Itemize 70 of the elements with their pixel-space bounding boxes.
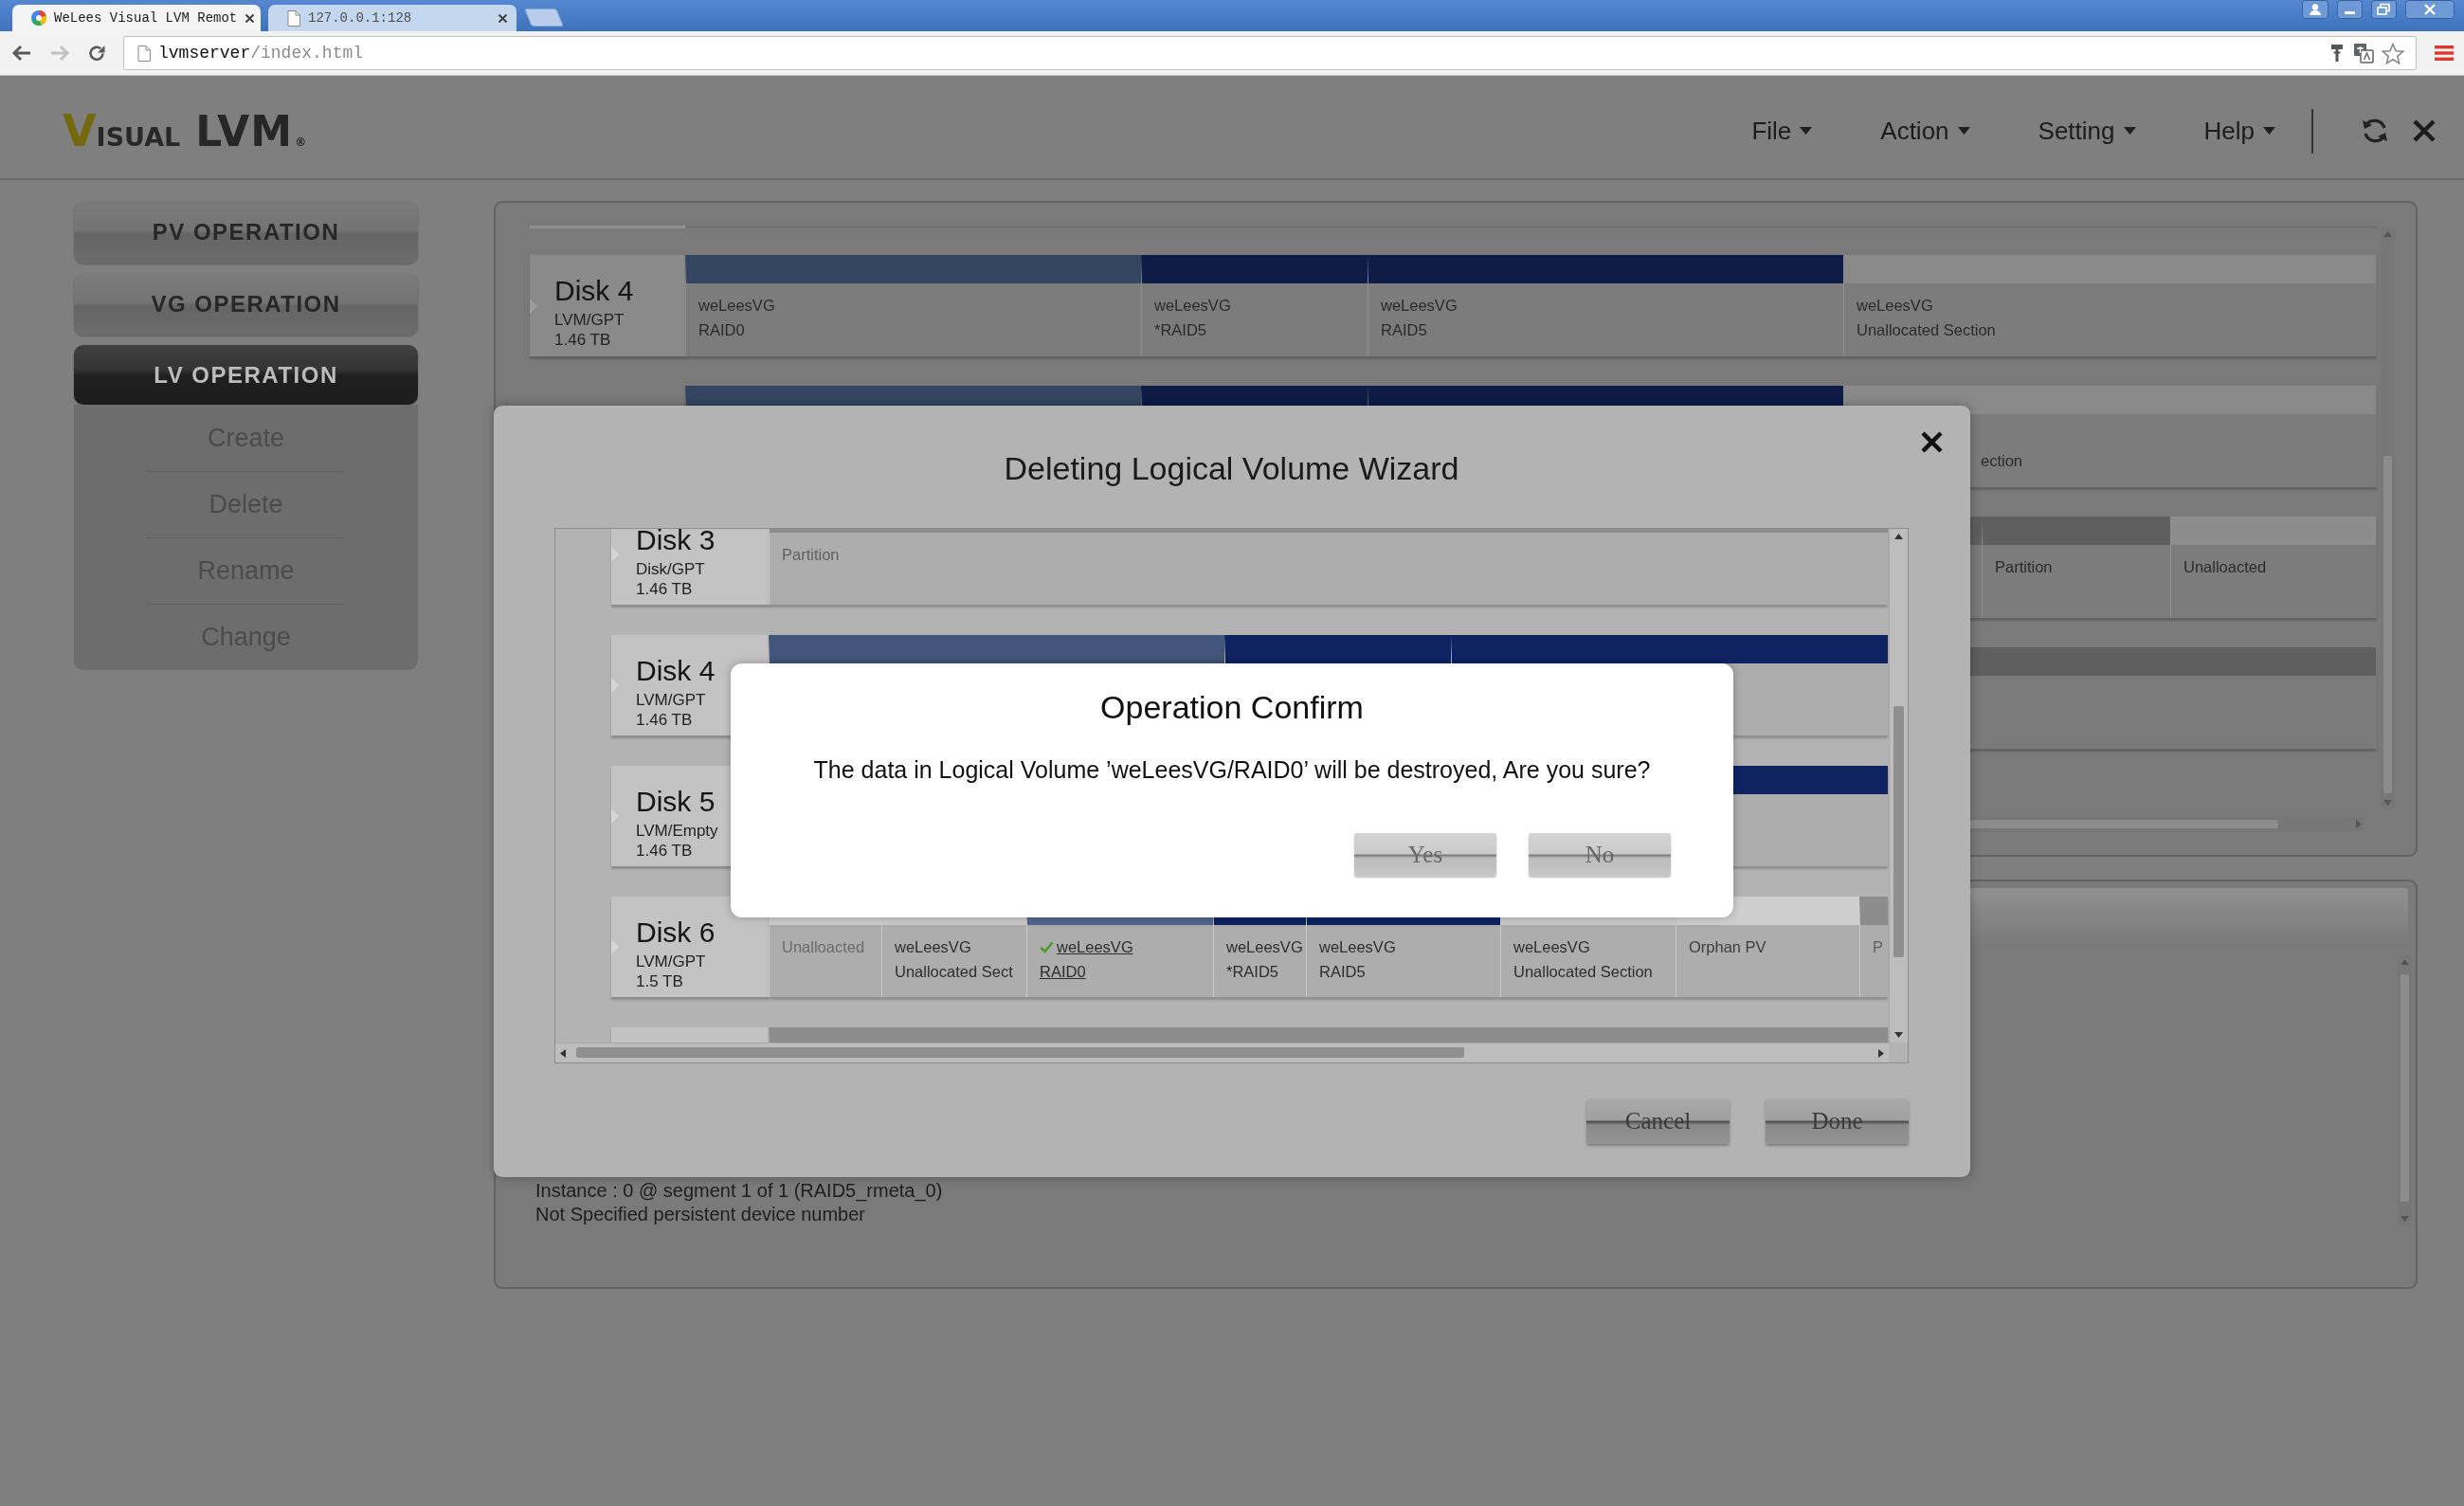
close-icon[interactable]: [2412, 118, 2437, 143]
menu-button[interactable]: Help: [2200, 112, 2279, 150]
reload-icon[interactable]: [87, 44, 106, 63]
person-icon[interactable]: [2302, 0, 2328, 19]
detail-line: Instance : 0 @ segment 1 of 1 (RAID5_rmeta_0): [535, 1179, 944, 1203]
disk-type: LVM/GPT: [636, 690, 707, 710]
disk-size: 1.46 TB: [636, 841, 694, 861]
caret-icon: [2123, 127, 2136, 135]
disk-name: Disk 6: [636, 916, 716, 950]
scroll-up-arrow-icon[interactable]: [1894, 534, 1903, 539]
horizontal-scrollbar[interactable]: [555, 1043, 1889, 1062]
menu-button[interactable]: Setting: [2034, 112, 2140, 150]
volume-segment[interactable]: Partition: [769, 529, 1888, 605]
disk-name: Disk 4: [636, 654, 716, 688]
menu-button[interactable]: File: [1748, 112, 1817, 150]
close-icon[interactable]: [2405, 0, 2455, 19]
volume-segment[interactable]: P: [1859, 897, 1888, 997]
menu-icon[interactable]: [2434, 44, 2455, 63]
caret-icon: [2263, 127, 2275, 135]
volume-segment[interactable]: weLeesVG Unallocated Section: [1843, 255, 2376, 356]
disk-name: Disk 5: [636, 785, 716, 819]
color-wheel-icon: [31, 10, 46, 26]
star-icon[interactable]: [2382, 42, 2404, 64]
scrollbar-thumb[interactable]: [1893, 706, 1904, 957]
disk-size: 1.46 TB: [554, 330, 612, 350]
disk-type: LVM/GPT: [636, 952, 707, 971]
volume-segment[interactable]: weLeesVG RAID0: [685, 255, 1141, 356]
disk-type: LVM/GPT: [554, 310, 625, 330]
back-arrow-icon[interactable]: [11, 44, 32, 63]
scrollbar-thumb[interactable]: [576, 1047, 1464, 1058]
disk-type: LVM/Empty: [636, 821, 718, 841]
vertical-scrollbar[interactable]: [1889, 529, 1908, 1043]
app-logo: VISUAL LVM®: [63, 109, 307, 153]
restore-icon[interactable]: [2371, 0, 2397, 19]
close-icon[interactable]: [245, 12, 256, 24]
browser-tab[interactable]: 127.0.0.1:128: [268, 5, 516, 31]
section-button[interactable]: LV OPERATION: [74, 345, 418, 405]
dialog-title: Deleting Logical Volume Wizard: [1004, 449, 1459, 488]
menu-button[interactable]: Action: [1876, 112, 1974, 150]
section-button[interactable]: VG OPERATION: [74, 273, 418, 336]
disk-size: 1.46 TB: [636, 710, 694, 730]
volume-segment[interactable]: weLeesVG RAID5: [1368, 255, 1843, 356]
disk-type: Disk/GPT: [636, 559, 706, 579]
detail-line: Not Specified persistent device number: [535, 1203, 866, 1226]
page-icon: [287, 9, 300, 27]
section-button[interactable]: PV OPERATION: [74, 201, 418, 263]
translate-icon[interactable]: [2353, 43, 2374, 64]
disk-size: 1.5 TB: [636, 971, 684, 991]
scroll-down-arrow-icon[interactable]: [1894, 1032, 1903, 1038]
caret-icon: [1800, 127, 1813, 135]
dialog-message: The data in Logical Volume ’weLeesVG/RAID0’ will be destroyed, Are you sure?: [813, 755, 1651, 785]
minimize-icon[interactable]: [2337, 0, 2363, 19]
volume-segment[interactable]: Partition: [1982, 517, 2170, 618]
dialog-title: Operation Confirm: [1100, 688, 1364, 727]
volume-segment[interactable]: weLeesVG *RAID5: [1141, 255, 1368, 356]
pin-icon[interactable]: [2328, 44, 2346, 63]
scroll-left-arrow-icon[interactable]: [560, 1049, 566, 1058]
address-field[interactable]: lvmserver/index.html: [123, 36, 2417, 70]
close-icon[interactable]: [1920, 430, 1944, 454]
disk-name: Disk 4: [554, 274, 634, 308]
refresh-icon[interactable]: [2361, 117, 2389, 145]
browser-tab[interactable]: WeLees Visual LVM Remot: [12, 5, 261, 31]
volume-segment[interactable]: Orphan PV: [1676, 897, 1859, 997]
disk-size: 1.46 TB: [636, 579, 694, 599]
caret-icon: [1957, 127, 1970, 135]
disk-name: Disk 3: [636, 529, 716, 557]
scroll-right-arrow-icon[interactable]: [1878, 1049, 1884, 1058]
page-icon: [137, 45, 151, 62]
check-icon: [1040, 940, 1054, 953]
close-icon[interactable]: [498, 12, 508, 24]
